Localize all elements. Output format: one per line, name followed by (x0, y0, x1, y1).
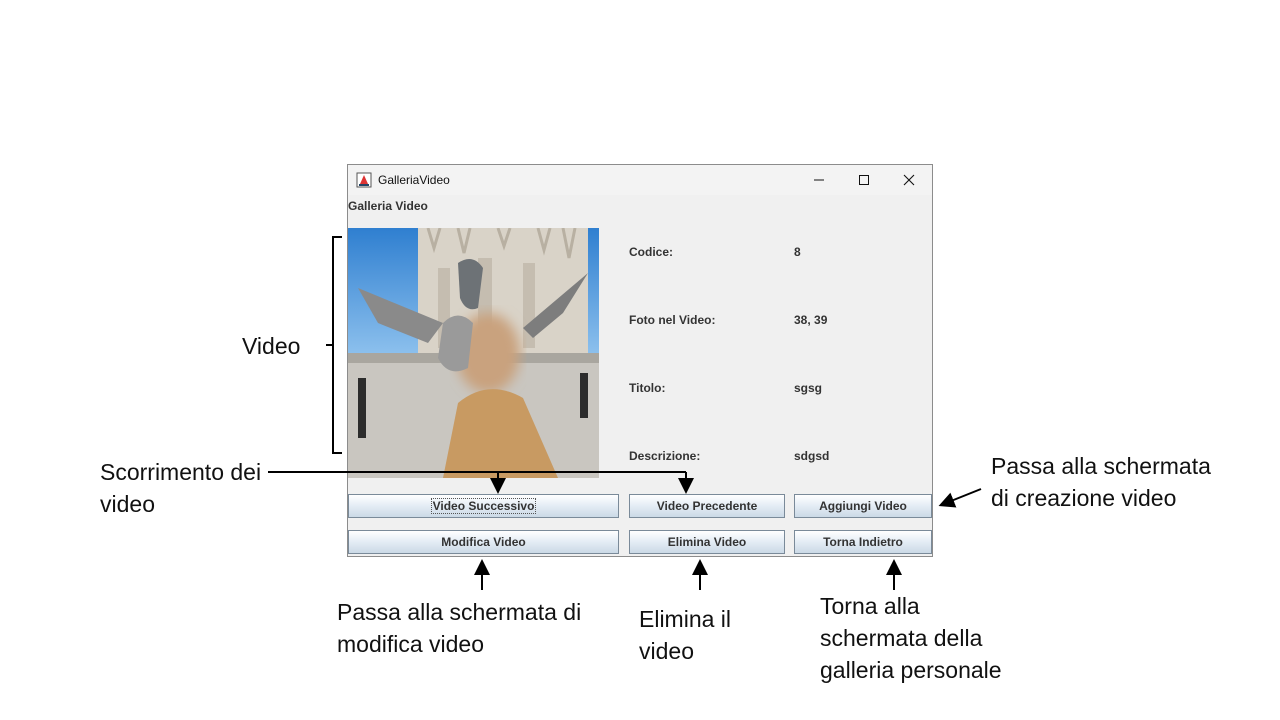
scroll-annotation: Scorrimento dei video (100, 456, 261, 520)
scroll-annotation-line2: video (100, 491, 155, 517)
edit-annotation: Passa alla schermata di modifica video (337, 596, 581, 660)
delete-annotation-line1: Elimina il (639, 606, 732, 632)
back-annotation-line1: Torna alla (820, 593, 920, 619)
edit-annotation-line1: Passa alla schermata di (337, 599, 582, 625)
back-annotation: Torna alla schermata della galleria pers… (820, 590, 1002, 686)
back-annotation-line2: schermata della (820, 625, 983, 651)
delete-annotation: Elimina il video (639, 603, 731, 667)
video-bracket (326, 236, 342, 454)
edit-annotation-line2: modifica video (337, 631, 485, 657)
create-annotation-line1: Passa alla schermata (991, 453, 1211, 479)
scroll-annotation-line1: Scorrimento dei (100, 459, 262, 485)
back-annotation-line3: galleria personale (820, 657, 1002, 683)
delete-annotation-line2: video (639, 638, 694, 664)
create-annotation-line2: di creazione video (991, 485, 1177, 511)
create-arrow (938, 488, 982, 508)
video-annotation: Video (242, 333, 301, 359)
create-annotation: Passa alla schermata di creazione video (991, 450, 1211, 514)
